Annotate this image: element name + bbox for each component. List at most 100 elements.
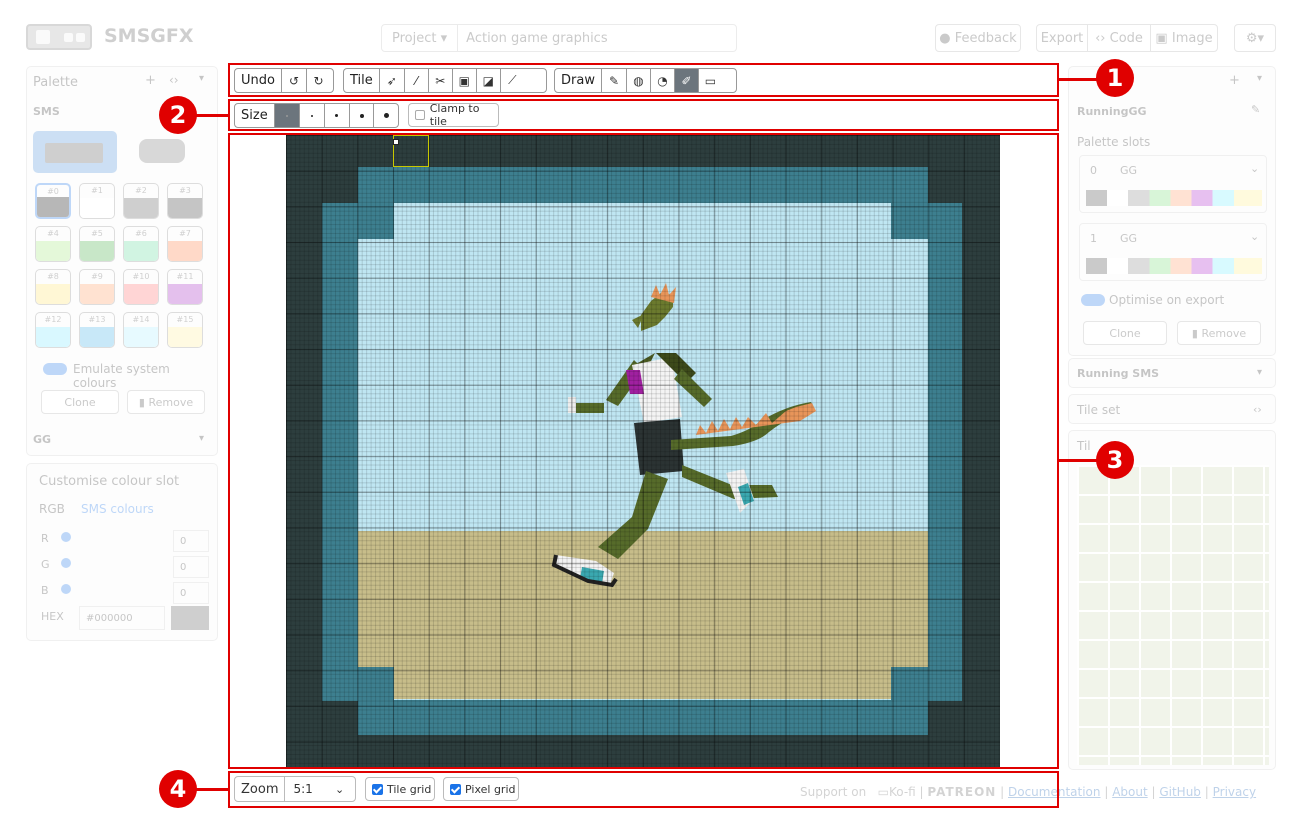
- slot-label: #2: [135, 186, 147, 195]
- app-logo: [26, 24, 92, 50]
- running-sms-label: Running SMS: [1077, 367, 1160, 380]
- feedback-label: Feedback: [954, 30, 1017, 46]
- palette-slot-15[interactable]: #15: [167, 312, 203, 348]
- palette-slot-6[interactable]: #6: [123, 226, 159, 262]
- chevron-down-icon: ▾: [440, 30, 448, 46]
- colour-panel: Customise colour slot RGB SMS colours R …: [26, 463, 218, 641]
- palette-slot-select-1[interactable]: 1 GG ⌄: [1079, 223, 1267, 281]
- clone-button[interactable]: Clone: [41, 390, 119, 414]
- slot-name: GG: [1120, 164, 1138, 177]
- about-link[interactable]: About: [1112, 785, 1147, 799]
- chevron-down-icon[interactable]: ▾: [199, 73, 204, 84]
- palette-slot-2[interactable]: #2: [123, 183, 159, 219]
- optimise-label: Optimise on export: [1109, 293, 1225, 307]
- callout-badge-1: 1: [1096, 59, 1134, 97]
- r-input[interactable]: 0: [173, 530, 209, 552]
- palette-slot-select-0[interactable]: 0 GG ⌄: [1079, 155, 1267, 213]
- image-button[interactable]: ▣ Image: [1150, 24, 1218, 52]
- palette-slot-9[interactable]: #9: [79, 269, 115, 305]
- feedback-button[interactable]: ● Feedback: [935, 24, 1021, 52]
- export-label: Export: [1040, 30, 1084, 46]
- code-icon[interactable]: ‹›: [169, 73, 179, 87]
- palette-slot-5[interactable]: #5: [79, 226, 115, 262]
- slot-name: GG: [1120, 232, 1138, 245]
- emulate-toggle[interactable]: [43, 363, 67, 375]
- tab-rgb[interactable]: RGB: [39, 502, 65, 516]
- callout-badge-3: 3: [1096, 441, 1134, 479]
- slot-label: #5: [91, 229, 103, 238]
- palette-slot-10[interactable]: #10: [123, 269, 159, 305]
- highlight-box-4: [228, 771, 1059, 808]
- palette-slot-4[interactable]: #4: [35, 226, 71, 262]
- b-slider[interactable]: [61, 584, 71, 594]
- slot-label: #12: [44, 315, 62, 324]
- highlight-box-2: [228, 99, 1059, 131]
- clone-button[interactable]: Clone: [1083, 321, 1167, 345]
- palette-slot-3[interactable]: #3: [167, 183, 203, 219]
- privacy-link[interactable]: Privacy: [1213, 785, 1256, 799]
- hex-label: HEX: [41, 610, 64, 623]
- slot-label: #13: [88, 315, 106, 324]
- project-name-input[interactable]: Action game graphics: [458, 31, 607, 46]
- remove-button[interactable]: ▮ Remove: [127, 390, 205, 414]
- chat-icon: ●: [939, 30, 951, 46]
- slot-label: #8: [47, 272, 59, 281]
- settings-button[interactable]: ⚙▾: [1234, 24, 1276, 52]
- slot-num: 1: [1090, 232, 1097, 245]
- palette-slot-12[interactable]: #12: [35, 312, 71, 348]
- palette-title: Palette: [33, 75, 79, 90]
- callout-line-4: [192, 788, 229, 791]
- remove-button[interactable]: ▮ Remove: [1177, 321, 1261, 345]
- slot-label: #14: [132, 315, 150, 324]
- code-button[interactable]: ‹› Code: [1087, 24, 1151, 52]
- pencil-icon[interactable]: ✎: [1251, 103, 1260, 116]
- chevron-down-icon[interactable]: ▾: [199, 433, 204, 444]
- chevron-down-icon: ▾: [1257, 367, 1263, 378]
- g-label: G: [41, 558, 50, 571]
- palette-slot-14[interactable]: #14: [123, 312, 159, 348]
- b-label: B: [41, 584, 49, 597]
- code-label: Code: [1109, 30, 1143, 46]
- highlight-box-3: [228, 133, 1059, 769]
- export-button[interactable]: Export: [1036, 24, 1088, 52]
- palette-slot-7[interactable]: #7: [167, 226, 203, 262]
- tab-sms-colours[interactable]: SMS colours: [81, 502, 154, 516]
- code-icon: ‹›: [1095, 30, 1106, 46]
- project-label: Project: [392, 30, 437, 46]
- slot-label: #4: [47, 229, 59, 238]
- remove-label: Remove: [148, 395, 194, 409]
- trash-icon: ▮: [1191, 326, 1198, 340]
- palette-slot-8[interactable]: #8: [35, 269, 71, 305]
- slot-label: #15: [176, 315, 194, 324]
- g-slider[interactable]: [61, 558, 71, 568]
- b-input[interactable]: 0: [173, 582, 209, 604]
- palette-slot-0[interactable]: #0: [35, 183, 71, 219]
- add-icon[interactable]: +: [1229, 73, 1240, 88]
- palette-slot-11[interactable]: #11: [167, 269, 203, 305]
- gg-console-button[interactable]: [133, 131, 193, 173]
- hex-input[interactable]: #000000: [79, 606, 165, 630]
- slot-label: #11: [176, 272, 194, 281]
- remove-label: Remove: [1201, 326, 1247, 340]
- sms-console-button[interactable]: [33, 131, 117, 173]
- trash-icon: ▮: [138, 395, 145, 409]
- chevron-down-icon: ⌄: [1250, 230, 1260, 243]
- palette-slot-1[interactable]: #1: [79, 183, 115, 219]
- r-slider[interactable]: [61, 532, 71, 542]
- running-sms-section[interactable]: Running SMS ▾: [1068, 358, 1276, 388]
- clone-label: Clone: [64, 395, 96, 409]
- tile-palette-panel: + ▾ RunningGG ✎ Palette slots 0 GG ⌄ 1 G…: [1068, 66, 1276, 356]
- slot-label: #9: [91, 272, 103, 281]
- optimise-toggle[interactable]: [1081, 294, 1105, 306]
- g-input[interactable]: 0: [173, 556, 209, 578]
- slot-num: 0: [1090, 164, 1097, 177]
- project-selector[interactable]: Project ▾ Action game graphics: [381, 24, 737, 52]
- palette-slot-13[interactable]: #13: [79, 312, 115, 348]
- add-palette-icon[interactable]: +: [145, 73, 156, 88]
- tiles-grid[interactable]: [1077, 465, 1269, 765]
- system-gg-label: GG: [33, 433, 52, 446]
- colour-panel-title: Customise colour slot: [39, 474, 180, 489]
- chevron-down-icon[interactable]: ▾: [1257, 73, 1262, 84]
- github-link[interactable]: GitHub: [1159, 785, 1201, 799]
- tile-set-section[interactable]: Tile set ‹›: [1068, 394, 1276, 424]
